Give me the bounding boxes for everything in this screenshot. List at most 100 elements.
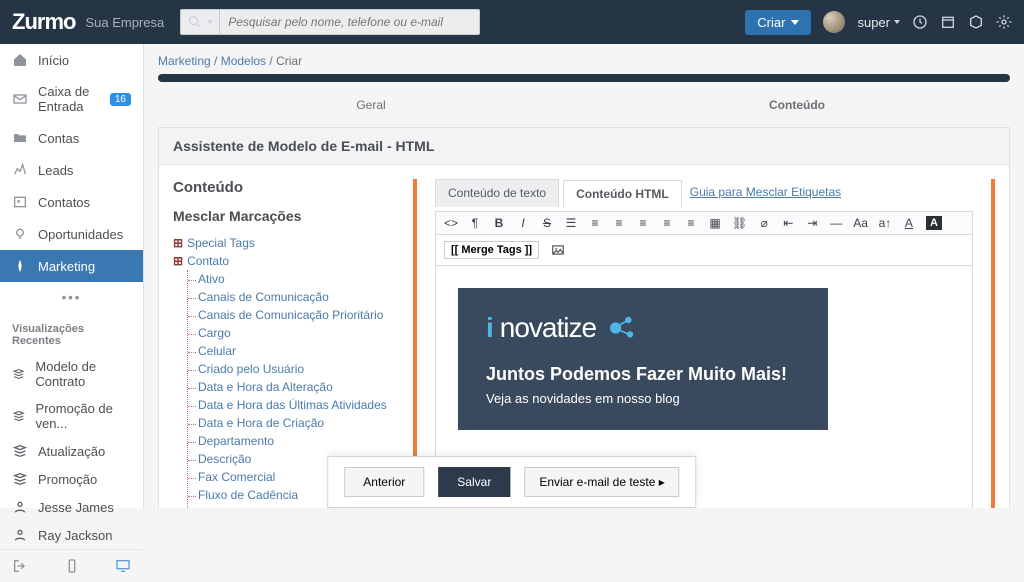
image-icon[interactable] [551, 243, 565, 257]
send-test-button[interactable]: Enviar e-mail de teste ▸ [524, 467, 679, 497]
tree-leaf[interactable]: Criado pelo Usuário [188, 360, 399, 378]
bg-color-icon[interactable]: A [926, 216, 942, 230]
tree-leaf[interactable]: Canais de Comunicação [188, 288, 399, 306]
calendar-icon[interactable] [940, 14, 956, 30]
indent-in-icon[interactable]: ⇥ [805, 216, 819, 230]
tree-leaf[interactable]: Data e Hora da Alteração [188, 378, 399, 396]
person-icon [12, 499, 28, 515]
breadcrumb-modelos[interactable]: Modelos [221, 54, 266, 68]
align-right-icon[interactable]: ≡ [660, 216, 674, 230]
tree-special-tags[interactable]: ⊞Special Tags [173, 234, 399, 252]
section-conteudo: Conteúdo [173, 179, 399, 196]
cube-icon[interactable] [968, 14, 984, 30]
sidebar-item-oportunidades[interactable]: Oportunidades [0, 218, 143, 250]
mobile-icon[interactable] [64, 558, 80, 574]
merge-tags-button[interactable]: [[ Merge Tags ]] [444, 241, 539, 259]
list-ul-icon[interactable]: ☰ [564, 216, 578, 230]
tree-leaf[interactable]: Ativo [188, 270, 399, 288]
avatar[interactable] [823, 11, 845, 33]
tree-leaf[interactable]: Departamento [188, 432, 399, 450]
search-scope-dropdown[interactable] [180, 9, 220, 35]
step-geral[interactable]: Geral [158, 90, 584, 120]
inbox-icon [12, 91, 28, 107]
breadcrumb-criar: Criar [276, 54, 302, 68]
person-icon [12, 527, 28, 543]
code-icon[interactable]: <> [444, 216, 458, 230]
font-color-icon[interactable]: A [902, 216, 916, 230]
user-menu[interactable]: super [857, 15, 900, 30]
align-justify-icon[interactable]: ≡ [684, 216, 698, 230]
chevron-down-icon [894, 20, 900, 24]
gear-icon[interactable] [996, 14, 1012, 30]
hr-icon[interactable]: — [829, 216, 843, 230]
recent-item[interactable]: Ray Jackson [0, 521, 143, 549]
panel-title: Assistente de Modelo de E-mail - HTML [159, 128, 1009, 165]
sidebar-item-contas[interactable]: Contas [0, 122, 143, 154]
tree-leaf[interactable]: Celular [188, 342, 399, 360]
search-icon [187, 14, 203, 30]
tree-contato[interactable]: ⊞Contato [173, 252, 399, 270]
wizard-progress [158, 74, 1010, 82]
align-center-icon[interactable]: ≡ [636, 216, 650, 230]
italic-button[interactable]: I [516, 216, 530, 230]
stack-icon [12, 471, 28, 487]
align-left-icon[interactable]: ≡ [612, 216, 626, 230]
folder-icon [12, 130, 28, 146]
paragraph-icon[interactable]: ¶ [468, 216, 482, 230]
logout-icon[interactable] [12, 558, 28, 574]
stack-icon [12, 366, 25, 382]
tree-leaf[interactable]: Data e Hora das Últimas Atividades [188, 396, 399, 414]
hero-sub: Veja as novidades em nosso blog [486, 391, 800, 406]
brand-logo[interactable]: Zurmo Sua Empresa [12, 9, 164, 35]
tab-conteudo-html[interactable]: Conteúdo HTML [563, 180, 682, 208]
recent-item[interactable]: Promoção [0, 465, 143, 493]
link-icon[interactable]: ⛓ [732, 216, 747, 230]
network-icon [606, 312, 638, 344]
sidebar-item-leads[interactable]: Leads [0, 154, 143, 186]
superscript-icon[interactable]: a↑ [878, 216, 892, 230]
inbox-badge: 16 [110, 93, 131, 106]
hero-logo-text: novatize [500, 312, 596, 344]
tab-conteudo-texto[interactable]: Conteúdo de texto [435, 179, 559, 207]
save-button[interactable]: Salvar [438, 467, 510, 497]
chevron-down-icon [207, 20, 213, 24]
clock-icon[interactable] [912, 14, 928, 30]
indent-out-icon[interactable]: ⇤ [781, 216, 795, 230]
tree-leaf[interactable]: Cargo [188, 324, 399, 342]
sidebar-item-inbox[interactable]: Caixa de Entrada16 [0, 76, 143, 122]
sidebar-item-contatos[interactable]: Contatos [0, 186, 143, 218]
plus-icon: ⊞ [173, 254, 183, 268]
recent-item[interactable]: Atualização [0, 437, 143, 465]
strike-button[interactable]: S [540, 216, 554, 230]
sidebar-more[interactable]: ••• [0, 282, 143, 313]
step-conteudo[interactable]: Conteúdo [584, 90, 1010, 120]
recent-views-title: Visualizações Recentes [0, 313, 143, 353]
recent-item[interactable]: Modelo de Contrato [0, 353, 143, 395]
breadcrumb-marketing[interactable]: Marketing [158, 54, 211, 68]
hero-headline: Juntos Podemos Fazer Muito Mais! [486, 364, 800, 385]
bold-button[interactable]: B [492, 216, 506, 230]
email-hero: inovatize Juntos Podemos Fazer Muito Mai… [458, 288, 828, 430]
font-size-icon[interactable]: Aa [853, 216, 868, 230]
tab-guia-mesclar[interactable]: Guia para Mesclar Etiquetas [686, 179, 845, 207]
main-content: Marketing / Modelos / Criar Geral Conteú… [144, 44, 1024, 508]
sidebar-item-inicio[interactable]: Início [0, 44, 143, 76]
tree-leaf[interactable]: Data e Hora de Criação [188, 414, 399, 432]
list-ol-icon[interactable]: ≡ [588, 216, 602, 230]
leads-icon [12, 162, 28, 178]
table-icon[interactable]: ▦ [708, 216, 722, 230]
sidebar-item-marketing[interactable]: Marketing [0, 250, 143, 282]
sidebar: Início Caixa de Entrada16 Contas Leads C… [0, 44, 144, 508]
brand-name: Zurmo [12, 9, 75, 35]
desktop-icon[interactable] [115, 558, 131, 574]
create-button[interactable]: Criar [745, 10, 811, 35]
unlink-icon[interactable]: ⌀ [757, 216, 771, 230]
stack-icon [12, 408, 26, 424]
chevron-down-icon [791, 20, 799, 25]
prev-button[interactable]: Anterior [344, 467, 424, 497]
recent-item[interactable]: Jesse James [0, 493, 143, 521]
search-input[interactable] [220, 9, 480, 35]
recent-item[interactable]: Promoção de ven... [0, 395, 143, 437]
tree-leaf[interactable]: Canais de Comunicação Prioritário [188, 306, 399, 324]
wizard-footer: Anterior Salvar Enviar e-mail de teste ▸ [327, 456, 696, 508]
